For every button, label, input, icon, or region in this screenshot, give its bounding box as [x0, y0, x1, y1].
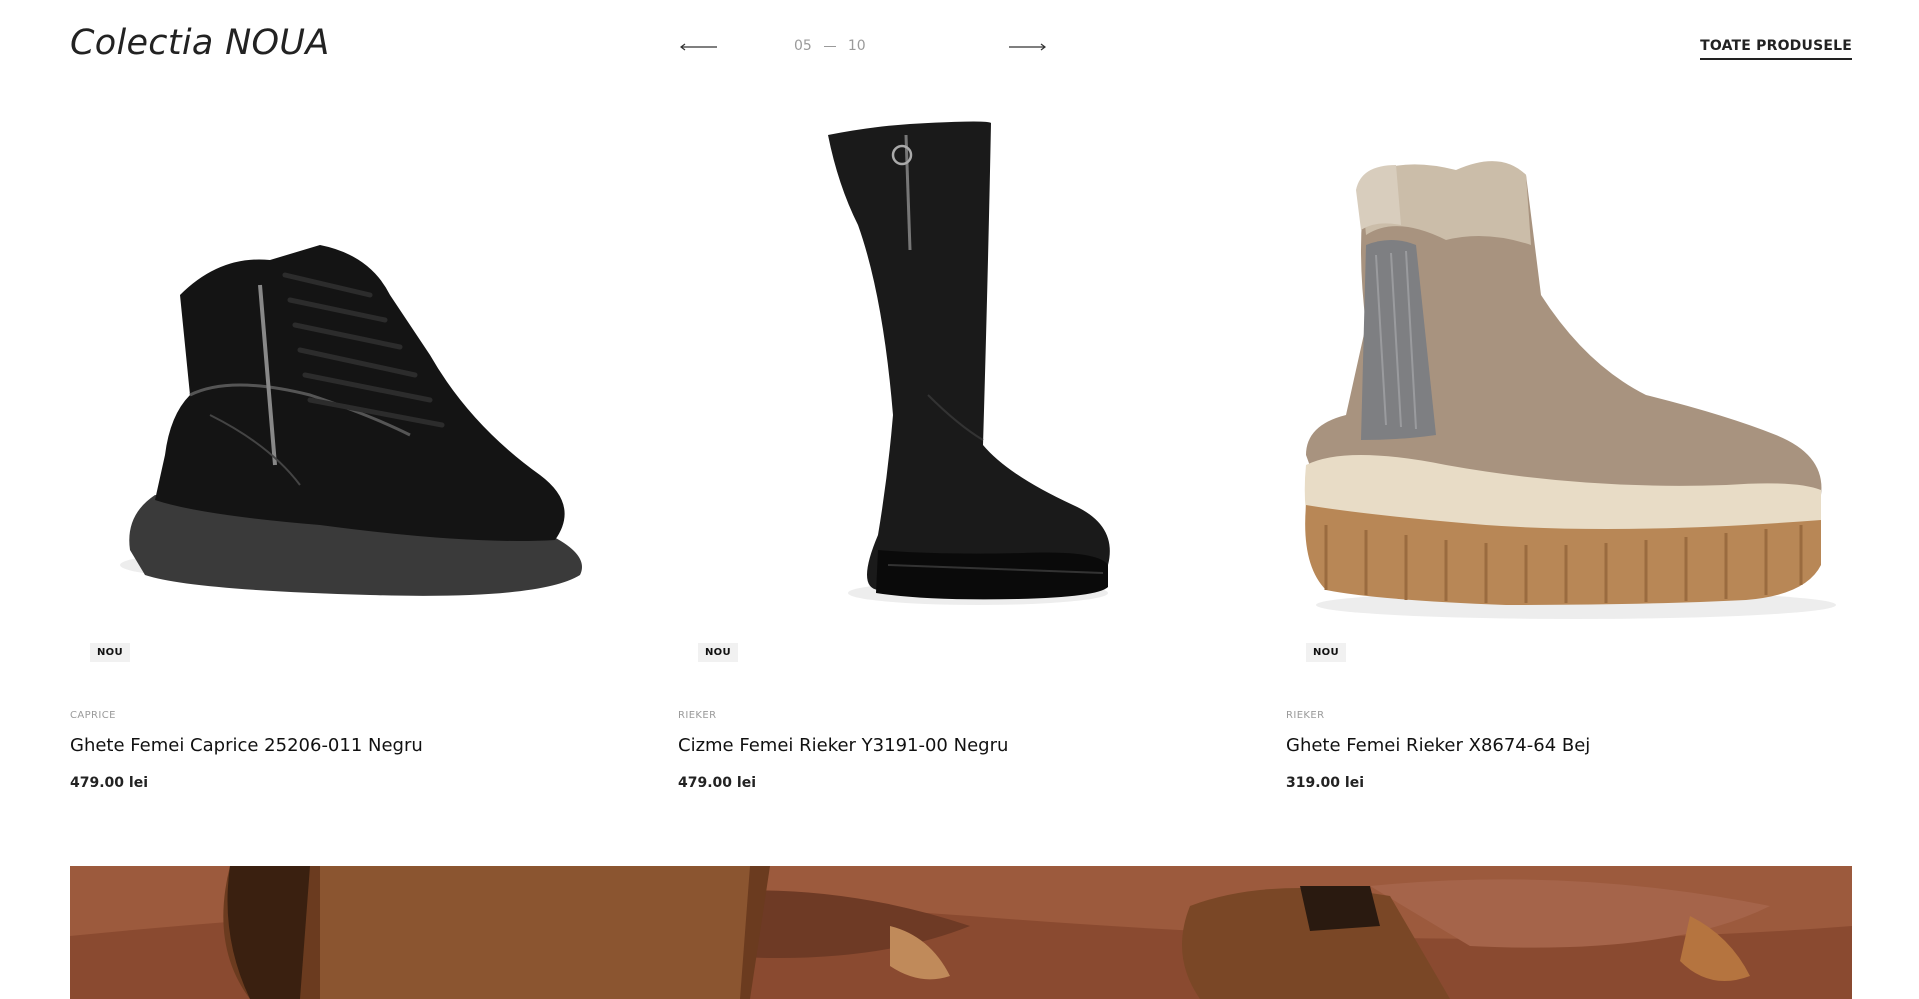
product-price: 479.00 lei — [678, 775, 756, 791]
sneaker-image — [120, 245, 582, 596]
product-card[interactable]: NOU RIEKER Cizme Femei Rieker Y3191-00 N… — [678, 95, 1238, 815]
new-badge: NOU — [698, 643, 738, 662]
current-slide: 05 — [794, 38, 812, 54]
product-list: NOU CAPRICE Ghete Femei Caprice 25206-01… — [70, 95, 1852, 815]
carousel-pager: 05 10 — [679, 36, 1046, 58]
new-badge: NOU — [1306, 643, 1346, 662]
promo-banner[interactable] — [70, 866, 1852, 999]
product-price: 479.00 lei — [70, 775, 148, 791]
product-brand: RIEKER — [678, 710, 717, 721]
arrow-left-icon — [680, 43, 717, 51]
product-image[interactable] — [678, 95, 1238, 665]
tall-boot-image — [828, 121, 1110, 605]
chelsea-boot-image — [1304, 161, 1836, 619]
total-slides: 10 — [847, 38, 866, 54]
section-header: Colectia NOUA 05 10 TOATE PRODUSELE — [70, 0, 1852, 95]
section-title: Colectia NOUA — [70, 23, 330, 63]
all-products-link[interactable]: TOATE PRODUSELE — [1700, 38, 1852, 60]
product-brand: RIEKER — [1286, 710, 1325, 721]
product-name[interactable]: Cizme Femei Rieker Y3191-00 Negru — [678, 735, 1008, 756]
new-badge: NOU — [90, 643, 130, 662]
slide-counter: 05 10 — [794, 38, 866, 54]
product-name[interactable]: Ghete Femei Caprice 25206-011 Negru — [70, 735, 423, 756]
product-card[interactable]: NOU CAPRICE Ghete Femei Caprice 25206-01… — [70, 95, 630, 815]
product-image[interactable] — [1286, 95, 1846, 665]
product-brand: CAPRICE — [70, 710, 116, 721]
next-button[interactable] — [1007, 36, 1047, 58]
product-price: 319.00 lei — [1286, 775, 1364, 791]
arrow-right-icon — [1009, 43, 1046, 51]
counter-divider — [823, 45, 836, 47]
product-name[interactable]: Ghete Femei Rieker X8674-64 Bej — [1286, 735, 1590, 756]
product-card[interactable]: NOU RIEKER Ghete Femei Rieker X8674-64 B… — [1286, 95, 1846, 815]
product-image[interactable] — [70, 95, 630, 665]
prev-button[interactable] — [679, 36, 719, 58]
banner-image — [70, 866, 1852, 999]
